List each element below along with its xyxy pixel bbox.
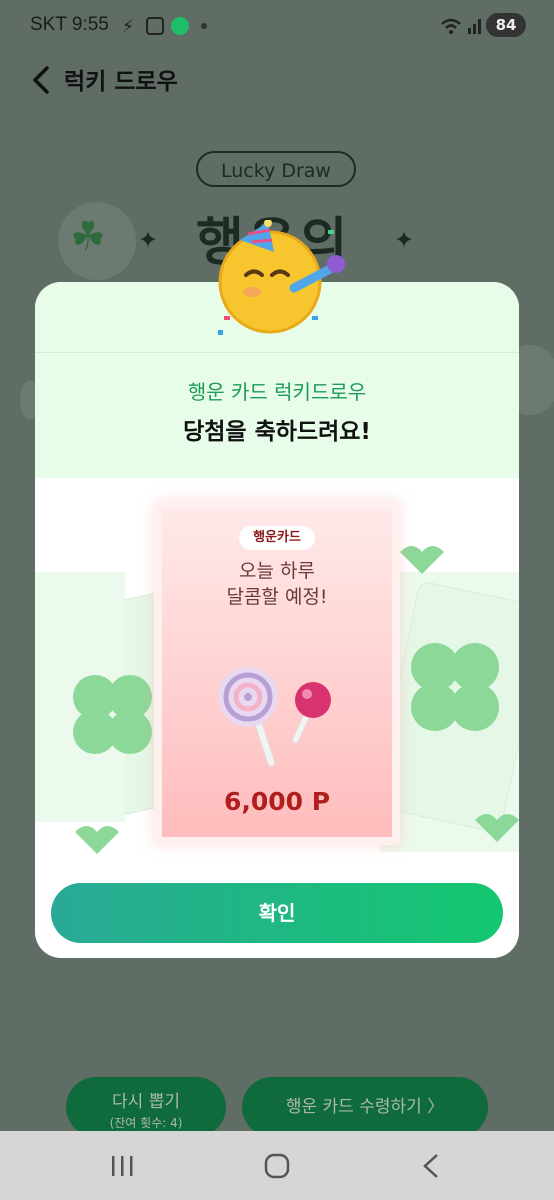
redraw-label: 다시 뽑기: [112, 1092, 180, 1112]
wifi-signal-icon: [441, 18, 481, 34]
page-title: 럭키 드로우: [64, 69, 178, 95]
divider: [35, 352, 519, 353]
party-emoji-icon: [218, 220, 345, 335]
back-arrow-icon[interactable]: [30, 66, 52, 94]
sparkle-icon: ✦: [138, 226, 159, 254]
modal-title: 당첨을 축하드려요!: [183, 419, 371, 445]
receive-card-button[interactable]: 행운 카드 수령하기 〉: [242, 1077, 488, 1137]
system-nav-bar: [0, 1131, 554, 1200]
recent-apps-icon[interactable]: [110, 1155, 136, 1177]
reward-points: 6,000 P: [223, 787, 331, 816]
win-modal: 행운 카드 럭키드로우 당첨을 축하드려요! 행운카드 오늘 하루 달콤할 예정…: [35, 282, 519, 958]
battery-icon: 84: [486, 13, 526, 37]
card-message-line2: 달콤할 예정!: [226, 586, 328, 608]
card-message-line1: 오늘 하루: [239, 560, 315, 582]
redraw-button[interactable]: 다시 뽑기 (잔여 횟수: 4): [66, 1077, 226, 1137]
lucky-draw-pill: Lucky Draw: [196, 151, 356, 187]
back-nav-icon[interactable]: [422, 1153, 440, 1179]
card-tag: 행운카드: [239, 526, 315, 550]
card-message: 오늘 하루 달콤할 예정!: [162, 558, 392, 610]
svg-text:⚡: ⚡: [122, 17, 134, 36]
modal-subtitle: 행운 카드 럭키드로우: [187, 380, 367, 404]
status-bar: SKT 9:55 ⚡ 84: [0, 0, 554, 50]
clover-icon: ☘: [70, 214, 106, 260]
lollipop-icon: [218, 667, 331, 767]
confirm-button[interactable]: 확인: [51, 883, 503, 943]
home-icon[interactable]: [264, 1153, 290, 1179]
status-time: SKT 9:55: [30, 14, 109, 35]
redraw-remaining: (잔여 횟수: 4): [109, 1116, 183, 1130]
status-notification-icons: ⚡: [122, 17, 207, 36]
battery-level: 84: [495, 16, 517, 34]
sparkle-icon: ✦: [394, 226, 415, 254]
